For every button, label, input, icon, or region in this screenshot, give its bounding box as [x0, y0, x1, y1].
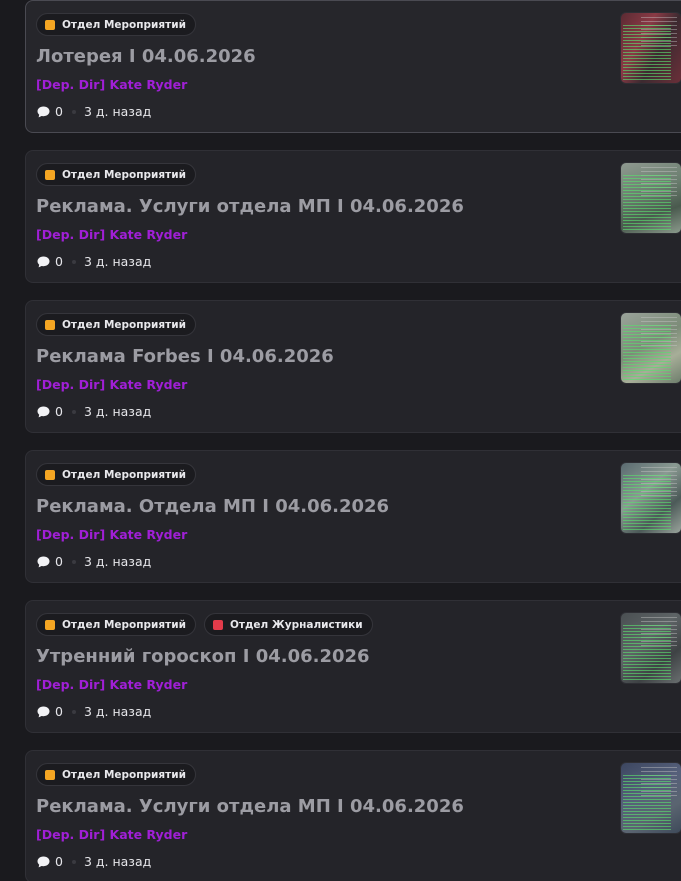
category-color-icon: [45, 769, 55, 780]
category-tag-label: Отдел Мероприятий: [62, 318, 186, 331]
comment-bubble-icon: [37, 406, 50, 417]
separator-dot: [71, 109, 76, 114]
category-tag[interactable]: Отдел Мероприятий: [36, 13, 196, 36]
thread-author[interactable]: [Dep. Dir] Kate Ryder: [36, 377, 187, 392]
tag-list: Отдел Мероприятий: [36, 163, 196, 186]
thread-meta: 0 3 д. назад: [37, 854, 151, 869]
thread-title[interactable]: Реклама. Услуги отдела МП I 04.06.2026: [36, 196, 464, 217]
separator-dot: [71, 859, 76, 864]
category-color-icon: [45, 19, 55, 30]
category-tag[interactable]: Отдел Мероприятий: [36, 613, 196, 636]
thread-thumbnail[interactable]: [620, 462, 681, 534]
thread-author[interactable]: [Dep. Dir] Kate Ryder: [36, 227, 187, 242]
thread-meta: 0 3 д. назад: [37, 254, 151, 269]
separator-dot: [71, 559, 76, 564]
tag-list: Отдел Мероприятий: [36, 763, 196, 786]
post-time: 3 д. назад: [83, 254, 152, 269]
thread-thumbnail[interactable]: [620, 312, 681, 384]
post-time: 3 д. назад: [83, 404, 152, 419]
category-tag[interactable]: Отдел Мероприятий: [36, 463, 196, 486]
thread-author[interactable]: [Dep. Dir] Kate Ryder: [36, 827, 187, 842]
post-time: 3 д. назад: [83, 554, 152, 569]
category-tag[interactable]: Отдел Журналистики: [203, 613, 373, 636]
thread-meta: 0 3 д. назад: [37, 554, 151, 569]
thread-card[interactable]: Отдел Мероприятий Реклама. Отдела МП I 0…: [25, 450, 681, 583]
comment-bubble-icon: [37, 556, 50, 567]
thread-card[interactable]: Отдел Мероприятий Лотерея I 04.06.2026 […: [25, 0, 681, 133]
comment-count: 0: [55, 854, 63, 869]
thread-thumbnail[interactable]: [620, 12, 681, 84]
thread-author[interactable]: [Dep. Dir] Kate Ryder: [36, 527, 187, 542]
category-tag-label: Отдел Мероприятий: [62, 468, 186, 481]
category-color-icon: [45, 469, 55, 480]
category-color-icon: [45, 319, 55, 330]
thread-title[interactable]: Реклама. Услуги отдела МП I 04.06.2026: [36, 796, 464, 817]
thread-thumbnail[interactable]: [620, 162, 681, 234]
separator-dot: [71, 709, 76, 714]
category-tag[interactable]: Отдел Мероприятий: [36, 313, 196, 336]
tag-list: Отдел Мероприятий: [36, 313, 196, 336]
category-tag-label: Отдел Мероприятий: [62, 768, 186, 781]
category-tag-label: Отдел Мероприятий: [62, 18, 186, 31]
category-tag[interactable]: Отдел Мероприятий: [36, 763, 196, 786]
thread-title[interactable]: Реклама. Отдела МП I 04.06.2026: [36, 496, 389, 517]
comment-count: 0: [55, 254, 63, 269]
post-time: 3 д. назад: [83, 704, 152, 719]
thread-card[interactable]: Отдел Мероприятий Реклама Forbes I 04.06…: [25, 300, 681, 433]
thread-card[interactable]: Отдел Мероприятий Отдел Журналистики Утре…: [25, 600, 681, 733]
category-color-icon: [45, 619, 55, 630]
comment-count: 0: [55, 554, 63, 569]
thread-thumbnail[interactable]: [620, 612, 681, 684]
category-color-icon: [212, 619, 223, 630]
comment-bubble-icon: [37, 256, 50, 267]
thread-thumbnail[interactable]: [620, 762, 681, 834]
category-tag-label: Отдел Мероприятий: [62, 168, 186, 181]
thread-title[interactable]: Лотерея I 04.06.2026: [36, 46, 256, 67]
thread-title[interactable]: Реклама Forbes I 04.06.2026: [36, 346, 334, 367]
thread-author[interactable]: [Dep. Dir] Kate Ryder: [36, 77, 187, 92]
category-tag-label: Отдел Мероприятий: [62, 618, 186, 631]
separator-dot: [71, 409, 76, 414]
post-time: 3 д. назад: [83, 854, 152, 869]
thread-meta: 0 3 д. назад: [37, 704, 151, 719]
comment-count: 0: [55, 704, 63, 719]
tag-list: Отдел Мероприятий: [36, 463, 196, 486]
category-color-icon: [45, 169, 55, 180]
comment-count: 0: [55, 104, 63, 119]
thread-meta: 0 3 д. назад: [37, 104, 151, 119]
thread-card[interactable]: Отдел Мероприятий Реклама. Услуги отдела…: [25, 750, 681, 881]
comment-bubble-icon: [37, 706, 50, 717]
thread-card[interactable]: Отдел Мероприятий Реклама. Услуги отдела…: [25, 150, 681, 283]
separator-dot: [71, 259, 76, 264]
category-tag-label: Отдел Журналистики: [229, 618, 363, 631]
category-tag[interactable]: Отдел Мероприятий: [36, 163, 196, 186]
comment-bubble-icon: [37, 856, 50, 867]
thread-list: Отдел Мероприятий Лотерея I 04.06.2026 […: [0, 0, 681, 881]
tag-list: Отдел Мероприятий: [36, 13, 196, 36]
thread-author[interactable]: [Dep. Dir] Kate Ryder: [36, 677, 187, 692]
tag-list: Отдел Мероприятий Отдел Журналистики: [36, 613, 373, 636]
post-time: 3 д. назад: [83, 104, 152, 119]
thread-meta: 0 3 д. назад: [37, 404, 151, 419]
comment-bubble-icon: [37, 106, 50, 117]
thread-title[interactable]: Утренний гороскоп I 04.06.2026: [36, 646, 370, 667]
comment-count: 0: [55, 404, 63, 419]
